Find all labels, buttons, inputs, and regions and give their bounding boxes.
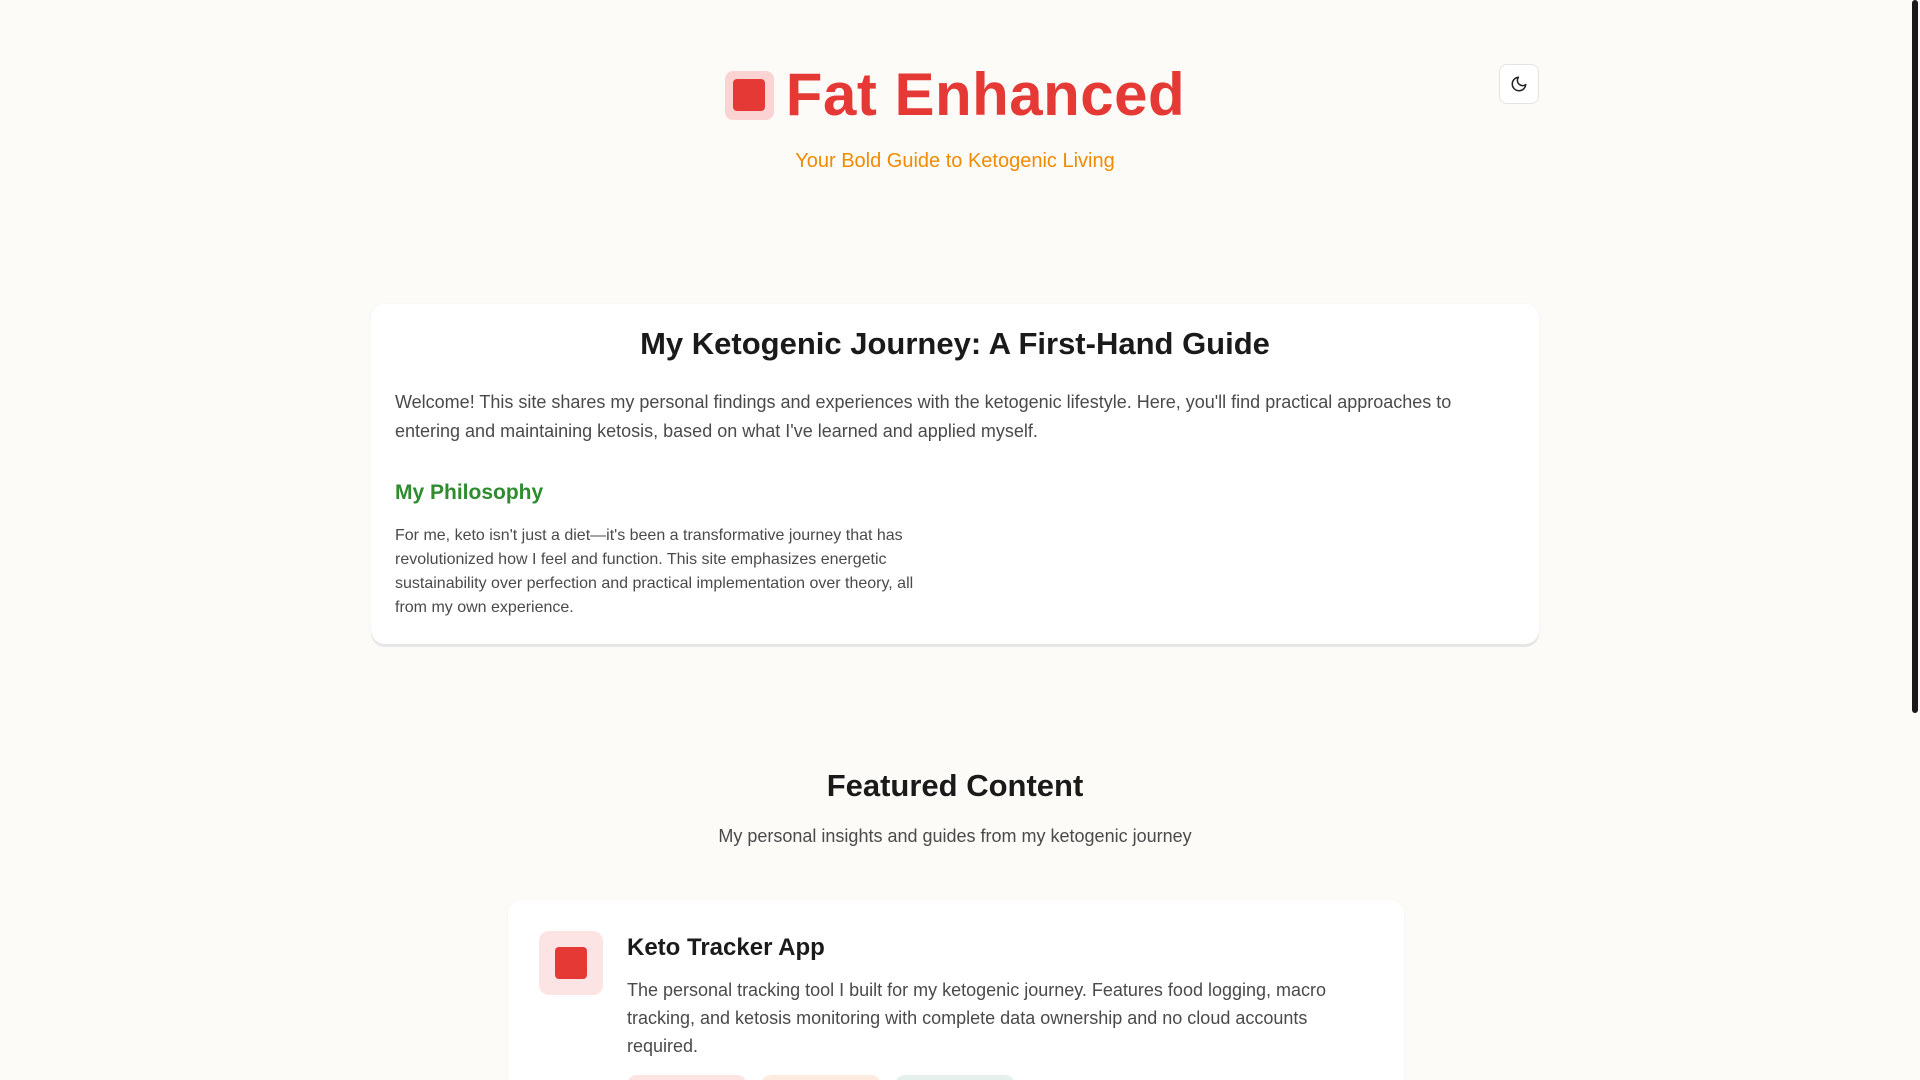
feature-card-keto-tracker[interactable]: Keto Tracker App The personal tracking t… (508, 900, 1404, 1080)
featured-subtitle: My personal insights and guides from my … (718, 826, 1192, 846)
app-square-icon (539, 931, 603, 995)
site-header: Fat Enhanced Your Bold Guide to Ketogeni… (0, 0, 1910, 230)
intro-card: My Ketogenic Journey: A First-Hand Guide… (371, 304, 1539, 644)
philosophy-text: For me, keto isn't just a diet—it's been… (395, 527, 914, 616)
brand[interactable]: Fat Enhanced (0, 60, 1910, 130)
tagline: Your Bold Guide to Ketogenic Living (795, 150, 1115, 172)
scrollbar-track[interactable] (1912, 0, 1920, 1080)
intro-text: Welcome! This site shares my personal fi… (395, 392, 1452, 441)
featured-title: Featured Content (826, 768, 1084, 803)
moon-icon (1511, 76, 1527, 92)
feature-card-description: The personal tracking tool I built for m… (627, 980, 1327, 1056)
feature-tag (761, 1075, 881, 1080)
brand-logo-icon (724, 70, 774, 120)
brand-title: Fat Enhanced (785, 61, 1186, 128)
feature-tag (627, 1075, 747, 1080)
feature-card-title[interactable]: Keto Tracker App (627, 934, 825, 962)
feature-tag (895, 1075, 1015, 1080)
intro-title: My Ketogenic Journey: A First-Hand Guide (640, 326, 1270, 361)
philosophy-heading: My Philosophy (395, 481, 544, 504)
feature-card-tags (627, 1075, 1015, 1080)
theme-toggle-button[interactable] (1499, 64, 1539, 104)
scrollbar-thumb[interactable] (1912, 0, 1918, 713)
